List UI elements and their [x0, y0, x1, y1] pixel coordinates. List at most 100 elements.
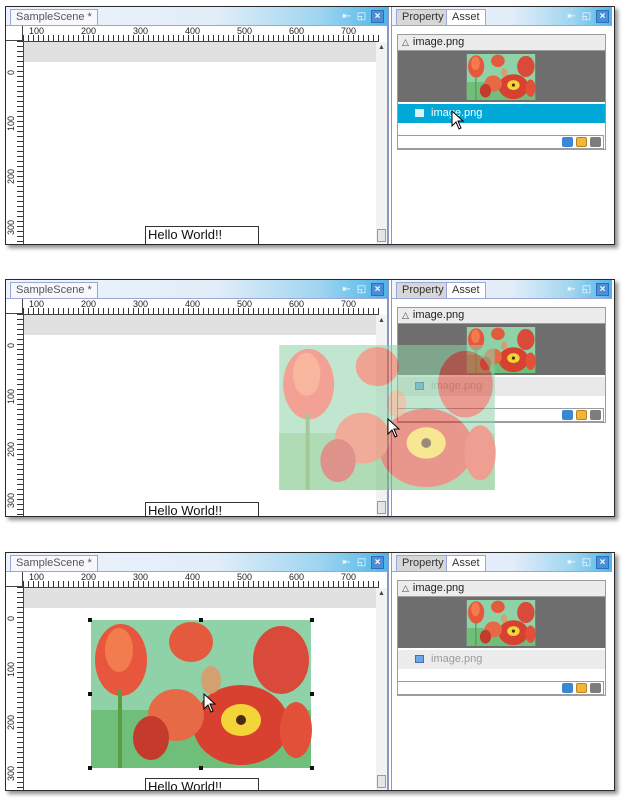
hello-world-text-object[interactable]: Hello World!! [145, 778, 259, 790]
ruler-label: 0 [6, 342, 16, 348]
ruler-label: 500 [237, 572, 253, 582]
scroll-thumb[interactable] [377, 229, 386, 242]
asset-group-header[interactable]: △ image.png [398, 581, 605, 597]
close-icon[interactable]: × [371, 555, 384, 569]
pin-icon[interactable]: ⇤ [566, 557, 577, 568]
ruler-label: 300 [6, 492, 16, 508]
panel-tabbar: Property Asset ⇤ ◱ × [392, 280, 612, 299]
vertical-ruler: 0 100 200 300 [6, 314, 24, 516]
pin-icon[interactable]: ⇤ [566, 284, 577, 295]
pin-icon[interactable]: ⇤ [341, 284, 352, 295]
close-icon[interactable]: × [596, 555, 609, 569]
tab-asset[interactable]: Asset [446, 9, 486, 25]
vertical-ruler: 0 100 200 300 [6, 41, 24, 244]
close-icon[interactable]: × [371, 9, 384, 23]
ruler-ticks [17, 41, 23, 244]
ruler-label: 200 [6, 168, 16, 184]
pin-icon[interactable]: ⇤ [566, 11, 577, 22]
pin-icon[interactable]: ⇤ [341, 11, 352, 22]
close-icon[interactable]: × [371, 282, 384, 296]
ruler-label: 100 [29, 26, 45, 36]
new-folder-icon[interactable] [576, 410, 587, 420]
ruler-ticks [17, 314, 23, 516]
restore-icon[interactable]: ◱ [356, 284, 367, 295]
ruler-label: 100 [29, 572, 45, 582]
vertical-scrollbar[interactable]: ▲ [376, 588, 387, 790]
resize-handle[interactable] [88, 618, 92, 622]
asset-group-header[interactable]: △ image.png [398, 308, 605, 324]
refresh-icon[interactable] [562, 410, 573, 420]
resize-handle[interactable] [310, 618, 314, 622]
tab-property[interactable]: Property [396, 282, 450, 298]
close-icon[interactable]: × [596, 9, 609, 23]
close-icon[interactable]: × [596, 282, 609, 296]
tab-property[interactable]: Property [396, 555, 450, 571]
scroll-up-icon[interactable]: ▲ [378, 44, 385, 51]
delete-icon[interactable] [590, 137, 601, 147]
delete-icon[interactable] [590, 410, 601, 420]
scene-canvas[interactable]: Hello World!! [24, 42, 376, 244]
asset-panel: Property Asset ⇤ ◱ × △image.png image.pn… [391, 7, 612, 244]
scroll-up-icon[interactable]: ▲ [378, 590, 385, 597]
tab-asset[interactable]: Asset [446, 282, 486, 298]
ruler-label: 100 [6, 115, 16, 131]
asset-group-label: image.png [412, 582, 465, 594]
tab-sample-scene[interactable]: SampleScene * [10, 9, 98, 25]
scene-editor: SampleScene * ⇤ ◱ × 100 200 300 400 500 … [6, 7, 389, 244]
restore-icon[interactable]: ◱ [581, 557, 592, 568]
scene-tabbar: SampleScene * ⇤ ◱ × [6, 280, 387, 299]
panel-tabbar: Property Asset ⇤ ◱ × [392, 7, 612, 26]
asset-list: △image.png image.png [397, 34, 606, 150]
ruler-label: 0 [6, 615, 16, 621]
restore-icon[interactable]: ◱ [581, 11, 592, 22]
asset-group-header[interactable]: △ image.png [398, 35, 605, 51]
vertical-scrollbar[interactable]: ▲ [376, 42, 387, 244]
refresh-icon[interactable] [562, 137, 573, 147]
panel-tabbar: Property Asset ⇤ ◱ × [392, 553, 612, 572]
panel-pane-buttons: ⇤ ◱ × [566, 554, 609, 570]
asset-group-label: image.png [412, 36, 465, 48]
tab-sample-scene[interactable]: SampleScene * [10, 555, 98, 571]
ruler-ticks [23, 581, 379, 587]
asset-toolbar [397, 681, 604, 695]
tab-property[interactable]: Property [396, 9, 450, 25]
refresh-icon[interactable] [562, 683, 573, 693]
hello-world-text-object[interactable]: Hello World!! [145, 226, 259, 244]
new-folder-icon[interactable] [576, 683, 587, 693]
asset-panel: Property Asset ⇤ ◱ × △image.png image.pn… [391, 553, 612, 790]
horizontal-ruler: 100 200 300 400 500 600 700 [23, 26, 379, 42]
pin-icon[interactable]: ⇤ [341, 557, 352, 568]
asset-list: △image.png image.png [397, 580, 606, 696]
placed-image-object[interactable] [90, 620, 312, 768]
tab-asset[interactable]: Asset [446, 555, 486, 571]
collapse-triangle-icon[interactable]: △ [402, 583, 409, 593]
restore-icon[interactable]: ◱ [581, 284, 592, 295]
new-folder-icon[interactable] [576, 137, 587, 147]
asset-preview [398, 597, 605, 648]
resize-handle[interactable] [88, 692, 92, 696]
resize-handle[interactable] [310, 692, 314, 696]
mouse-cursor-icon [451, 110, 465, 130]
asset-preview [398, 51, 605, 102]
hello-world-text-object[interactable]: Hello World!! [145, 502, 259, 516]
panel-pane-buttons: ⇤ ◱ × [566, 281, 609, 297]
tab-sample-scene[interactable]: SampleScene * [10, 282, 98, 298]
asset-item-image[interactable]: image.png [398, 104, 605, 123]
collapse-triangle-icon[interactable]: △ [402, 37, 409, 47]
restore-icon[interactable]: ◱ [356, 11, 367, 22]
asset-item-image[interactable]: image.png [398, 650, 605, 669]
image-file-icon [415, 655, 424, 663]
ruler-label: 300 [133, 572, 149, 582]
restore-icon[interactable]: ◱ [356, 557, 367, 568]
delete-icon[interactable] [590, 683, 601, 693]
resize-handle[interactable] [199, 766, 203, 770]
resize-handle[interactable] [88, 766, 92, 770]
resize-handle[interactable] [310, 766, 314, 770]
scroll-up-icon[interactable]: ▲ [378, 317, 385, 324]
scroll-thumb[interactable] [377, 501, 386, 514]
asset-group-label: image.png [412, 309, 465, 321]
mouse-cursor-icon [387, 418, 401, 438]
resize-handle[interactable] [199, 618, 203, 622]
scroll-thumb[interactable] [377, 775, 386, 788]
collapse-triangle-icon[interactable]: △ [402, 310, 409, 320]
